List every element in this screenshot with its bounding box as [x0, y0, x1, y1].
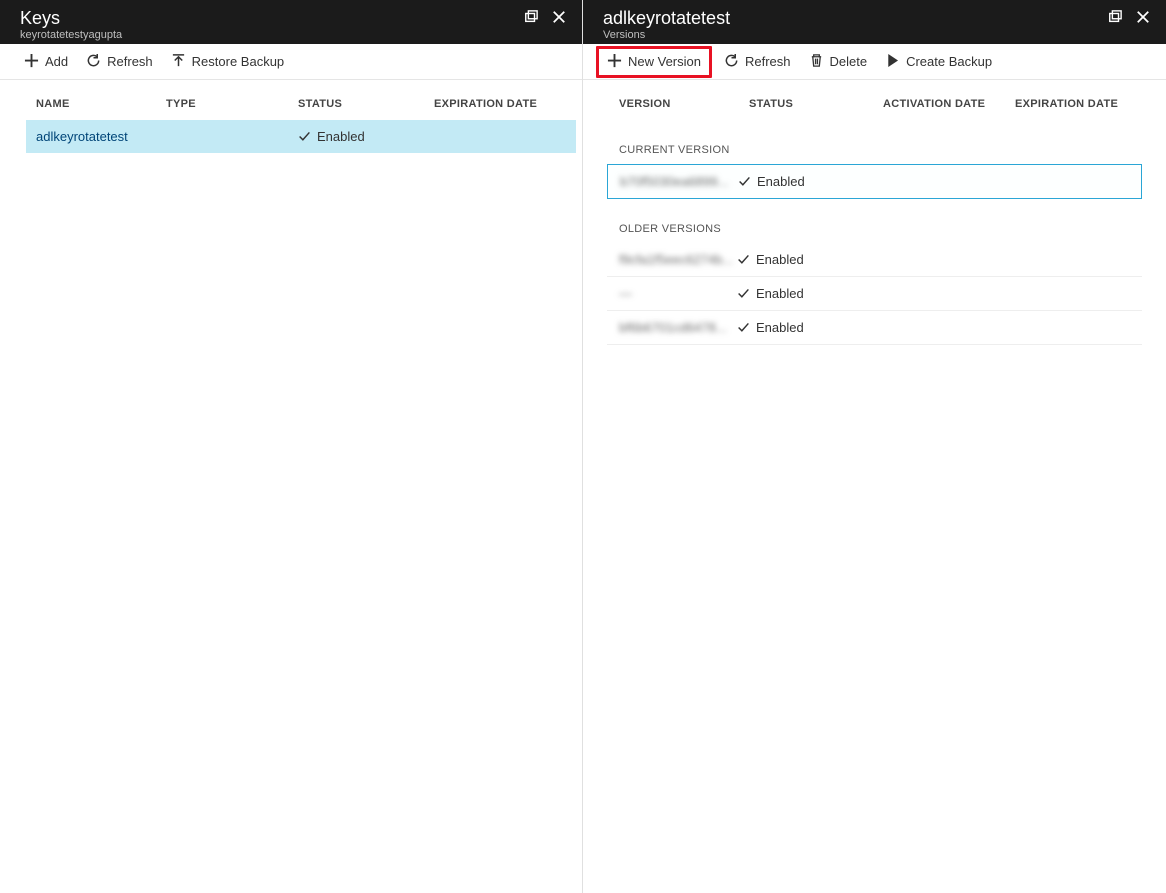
- play-icon: [885, 53, 900, 71]
- current-version-rows: b70f5030ea6899... Enabled: [583, 164, 1166, 199]
- keys-table-header: NAME TYPE STATUS EXPIRATION DATE: [0, 80, 582, 120]
- versions-subtitle: Versions: [603, 29, 730, 41]
- check-icon: [737, 321, 750, 334]
- table-row[interactable]: b70f5030ea6899... Enabled: [607, 164, 1142, 199]
- row-version: —: [619, 286, 737, 301]
- trash-icon: [809, 53, 824, 71]
- column-version[interactable]: VERSION: [619, 98, 749, 110]
- row-name: adlkeyrotatetest: [36, 129, 166, 144]
- refresh-icon: [86, 53, 101, 71]
- table-row[interactable]: — Enabled: [607, 277, 1142, 311]
- row-status: Enabled: [737, 252, 871, 267]
- row-status: Enabled: [737, 286, 871, 301]
- keys-header-titles: Keys keyrotatetestyagupta: [20, 8, 122, 41]
- close-icon[interactable]: [1134, 8, 1152, 26]
- row-status-label: Enabled: [756, 320, 804, 335]
- refresh-button[interactable]: Refresh: [716, 49, 799, 75]
- restore-window-icon[interactable]: [1106, 8, 1124, 26]
- older-version-rows: f9cfa1f5eec6274b... Enabled — Enabled bf…: [583, 243, 1166, 345]
- keys-rows: adlkeyrotatetest Enabled: [0, 120, 582, 153]
- create-backup-button[interactable]: Create Backup: [877, 49, 1000, 75]
- column-name[interactable]: NAME: [36, 98, 166, 110]
- keys-command-bar: Add Refresh Restore Backup: [0, 44, 582, 80]
- restore-backup-label: Restore Backup: [192, 54, 285, 69]
- table-row[interactable]: adlkeyrotatetest Enabled: [26, 120, 576, 153]
- row-status-label: Enabled: [317, 129, 365, 144]
- check-icon: [298, 130, 311, 143]
- current-version-label: CURRENT VERSION: [583, 120, 1166, 164]
- column-status[interactable]: STATUS: [749, 98, 883, 110]
- row-status: Enabled: [298, 129, 434, 144]
- check-icon: [737, 253, 750, 266]
- check-icon: [737, 287, 750, 300]
- row-status-label: Enabled: [756, 286, 804, 301]
- table-row[interactable]: bf6b6701cd6478... Enabled: [607, 311, 1142, 345]
- new-version-label: New Version: [628, 54, 701, 69]
- versions-command-bar: New Version Refresh Delete Create Backup: [583, 44, 1166, 80]
- close-icon[interactable]: [550, 8, 568, 26]
- keys-pane: Keys keyrotatetestyagupta Add Refresh: [0, 0, 583, 893]
- keys-header: Keys keyrotatetestyagupta: [0, 0, 582, 44]
- upload-icon: [171, 53, 186, 71]
- column-type[interactable]: TYPE: [166, 98, 298, 110]
- column-status[interactable]: STATUS: [298, 98, 434, 110]
- column-activation[interactable]: ACTIVATION DATE: [883, 98, 1015, 110]
- column-expiration[interactable]: EXPIRATION DATE: [434, 98, 582, 110]
- add-label: Add: [45, 54, 68, 69]
- check-icon: [738, 175, 751, 188]
- row-version: f9cfa1f5eec6274b...: [619, 252, 737, 267]
- delete-label: Delete: [830, 54, 868, 69]
- row-status-label: Enabled: [756, 252, 804, 267]
- row-status: Enabled: [737, 320, 871, 335]
- refresh-button[interactable]: Refresh: [78, 49, 161, 75]
- column-expiration[interactable]: EXPIRATION DATE: [1015, 98, 1166, 110]
- plus-icon: [607, 53, 622, 71]
- row-status: Enabled: [738, 174, 872, 189]
- refresh-icon: [724, 53, 739, 71]
- delete-button[interactable]: Delete: [801, 49, 876, 75]
- keys-window-controls: [522, 8, 568, 26]
- add-button[interactable]: Add: [16, 49, 76, 75]
- older-versions-label: OLDER VERSIONS: [583, 199, 1166, 243]
- restore-window-icon[interactable]: [522, 8, 540, 26]
- versions-header: adlkeyrotatetest Versions: [583, 0, 1166, 44]
- new-version-button[interactable]: New Version: [596, 46, 712, 78]
- versions-table-header: VERSION STATUS ACTIVATION DATE EXPIRATIO…: [583, 80, 1166, 120]
- row-version: b70f5030ea6899...: [620, 174, 738, 189]
- keys-title: Keys: [20, 8, 122, 28]
- versions-title: adlkeyrotatetest: [603, 8, 730, 28]
- plus-icon: [24, 53, 39, 71]
- versions-window-controls: [1106, 8, 1152, 26]
- restore-backup-button[interactable]: Restore Backup: [163, 49, 293, 75]
- table-row[interactable]: f9cfa1f5eec6274b... Enabled: [607, 243, 1142, 277]
- refresh-label: Refresh: [745, 54, 791, 69]
- versions-pane: adlkeyrotatetest Versions New Version Re…: [583, 0, 1166, 893]
- refresh-label: Refresh: [107, 54, 153, 69]
- versions-header-titles: adlkeyrotatetest Versions: [603, 8, 730, 41]
- create-backup-label: Create Backup: [906, 54, 992, 69]
- keys-subtitle: keyrotatetestyagupta: [20, 29, 122, 41]
- row-status-label: Enabled: [757, 174, 805, 189]
- row-version: bf6b6701cd6478...: [619, 320, 737, 335]
